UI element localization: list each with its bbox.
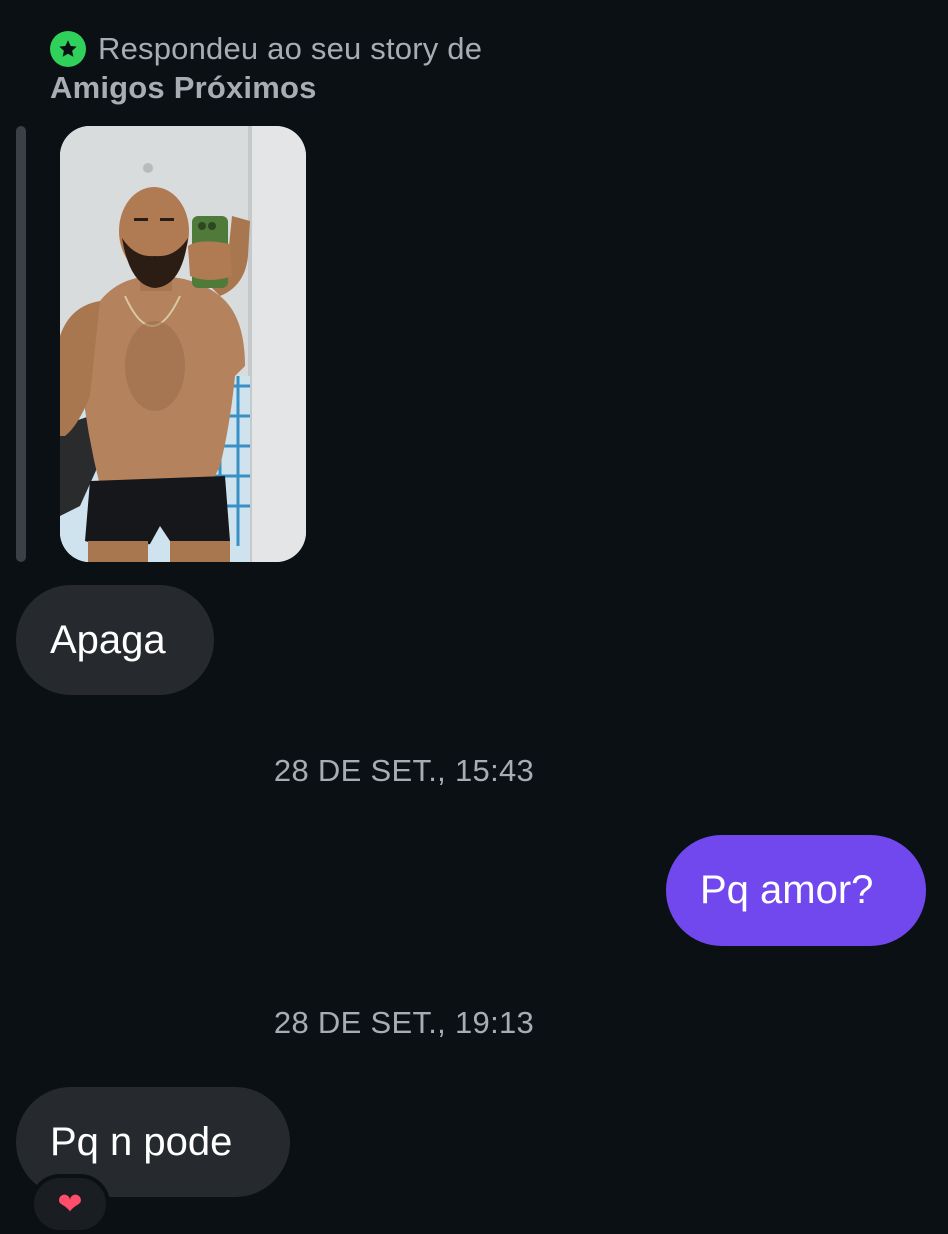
message-text: Pq n pode [50,1119,233,1164]
story-reply-line: Respondeu ao seu story de [50,30,482,68]
timestamp-divider: 28 DE SET., 19:13 [273,1005,535,1040]
close-friends-list-name: Amigos Próximos [50,70,317,105]
reply-indicator-bar [16,126,26,562]
heart-reaction-icon[interactable]: ❤ [30,1174,110,1234]
story-reply-label: Respondeu ao seu story de [98,31,483,66]
message-bubble-outgoing[interactable]: Pq amor? [666,835,926,946]
message-bubble-incoming[interactable]: Apaga [16,585,214,695]
story-reply-header: Respondeu ao seu story de Amigos Próximo… [50,30,482,106]
message-text: Pq amor? [700,868,874,912]
story-thumbnail[interactable] [60,126,306,562]
timestamp-divider: 28 DE SET., 15:43 [273,753,535,788]
message-text: Apaga [50,617,166,662]
close-friends-star-icon [50,31,86,67]
